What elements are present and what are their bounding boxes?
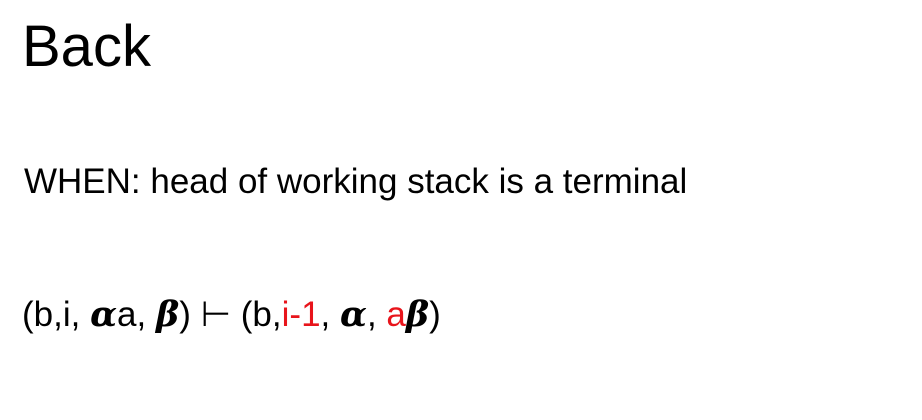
formula-lhs-close: ) (179, 295, 191, 334)
formula-rhs-sep1: , (320, 295, 340, 334)
formula-lhs-alpha: α (90, 294, 118, 335)
formula-rhs-sep2: , (366, 295, 387, 334)
formula-lhs-open: (b,i, (22, 295, 91, 334)
formula-rhs-a: a (386, 295, 406, 334)
formula-rhs-beta: β (405, 294, 430, 335)
condition-text: WHEN: head of working stack is a termina… (24, 162, 688, 201)
formula-rhs-index: i-1 (281, 295, 321, 334)
transition-formula: (b,i, αa, β) ⊢ (b,i-1, α, aβ) (22, 292, 441, 338)
slide-title: Back (22, 14, 151, 79)
formula-turnstile: ⊢ (190, 295, 241, 334)
slide: Back WHEN: head of working stack is a te… (0, 0, 922, 420)
formula-rhs-open: (b, (240, 295, 282, 334)
formula-lhs-beta: β (155, 294, 180, 335)
formula-lhs-a: a, (117, 295, 156, 334)
formula-rhs-alpha: α (340, 294, 367, 335)
formula-rhs-close: ) (429, 295, 441, 334)
